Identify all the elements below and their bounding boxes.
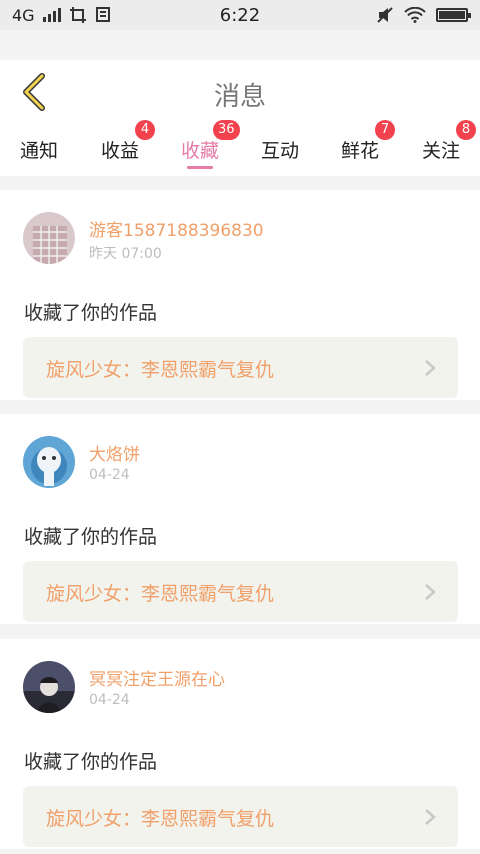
tab-earnings[interactable]: 收益 4	[85, 120, 155, 176]
avatar[interactable]	[23, 436, 75, 488]
avatar[interactable]	[23, 661, 75, 713]
status-right	[376, 6, 471, 24]
network-label: 4G	[12, 5, 35, 25]
header: 消息	[0, 60, 480, 127]
tab-badge: 4	[135, 120, 155, 140]
avatar[interactable]	[23, 212, 75, 264]
tab-bar: 通知 收益 4 收藏 36 互动 鲜花 7 关注 8	[0, 120, 480, 176]
tab-label: 通知	[19, 140, 58, 162]
battery-icon	[436, 8, 471, 22]
action-text: 收藏了你的作品	[24, 302, 158, 324]
chevron-right-icon	[425, 360, 436, 376]
work-link[interactable]: 旋风少女：李恩熙霸气复仇	[23, 337, 458, 398]
chevron-right-icon	[425, 584, 436, 600]
tab-badge: 7	[375, 120, 395, 140]
work-link[interactable]: 旋风少女：李恩熙霸气复仇	[23, 786, 458, 847]
timestamp: 昨天 07:00	[89, 246, 162, 262]
action-text: 收藏了你的作品	[24, 751, 158, 773]
work-link[interactable]: 旋风少女：李恩熙霸气复仇	[23, 561, 458, 622]
tab-active-indicator	[187, 166, 213, 169]
work-title: 旋风少女：李恩熙霸气复仇	[46, 583, 275, 605]
tab-badge: 36	[213, 120, 240, 140]
mute-icon	[377, 7, 393, 23]
status-time: 6:22	[219, 4, 261, 26]
tab-follows[interactable]: 关注 8	[406, 120, 476, 176]
list-item: 大烙饼 04-24 收藏了你的作品 旋风少女：李恩熙霸气复仇	[0, 414, 480, 624]
list-item: 冥冥注定王源在心 04-24 收藏了你的作品 旋风少女：李恩熙霸气复仇	[0, 639, 480, 849]
tab-badge: 8	[456, 120, 476, 140]
tab-favorites[interactable]: 收藏 36	[165, 120, 240, 176]
tab-interactions[interactable]: 互动	[245, 126, 315, 176]
user-name[interactable]: 冥冥注定王源在心	[89, 665, 225, 690]
signal-icon	[42, 8, 61, 22]
status-left: 4G	[12, 6, 113, 25]
work-title: 旋风少女：李恩熙霸气复仇	[46, 808, 275, 830]
page-title: 消息	[213, 82, 266, 112]
user-name[interactable]: 大烙饼	[89, 440, 140, 465]
action-text: 收藏了你的作品	[24, 526, 158, 548]
work-title: 旋风少女：李恩熙霸气复仇	[46, 359, 275, 381]
timestamp: 04-24	[89, 692, 130, 708]
user-name[interactable]: 游客1587188396830	[89, 216, 264, 241]
timestamp: 04-24	[89, 467, 130, 483]
tab-notifications[interactable]: 通知	[4, 126, 74, 176]
notification-icon	[95, 7, 110, 22]
list-item: 游客1587188396830 昨天 07:00 收藏了你的作品 旋风少女：李恩…	[0, 190, 480, 400]
wifi-icon	[404, 7, 426, 23]
screenshot-icon	[69, 7, 86, 23]
status-bar: 4G 6:22	[0, 0, 480, 30]
tab-label: 互动	[260, 140, 299, 162]
chevron-right-icon	[425, 809, 436, 825]
tab-flowers[interactable]: 鲜花 7	[325, 120, 395, 176]
